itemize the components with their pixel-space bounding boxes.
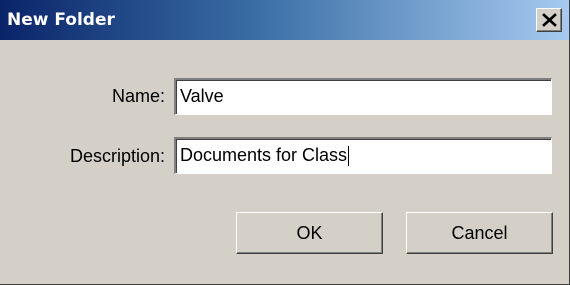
dialog-title: New Folder: [7, 10, 115, 30]
description-input[interactable]: Documents for Class: [174, 137, 552, 174]
name-label: Name:: [111, 86, 165, 106]
text-cursor: [348, 146, 350, 167]
description-value: Documents for Class: [180, 145, 348, 165]
name-value: Valve: [180, 86, 224, 106]
name-input[interactable]: Valve: [174, 78, 552, 115]
new-folder-dialog: New Folder Name: Valve Description: Docu…: [0, 0, 570, 285]
cancel-button[interactable]: Cancel: [406, 212, 553, 254]
ok-button[interactable]: OK: [236, 212, 383, 254]
description-label: Description:: [69, 146, 165, 166]
title-bar[interactable]: New Folder: [0, 0, 569, 40]
close-icon: [542, 13, 557, 27]
close-button[interactable]: [536, 8, 562, 32]
